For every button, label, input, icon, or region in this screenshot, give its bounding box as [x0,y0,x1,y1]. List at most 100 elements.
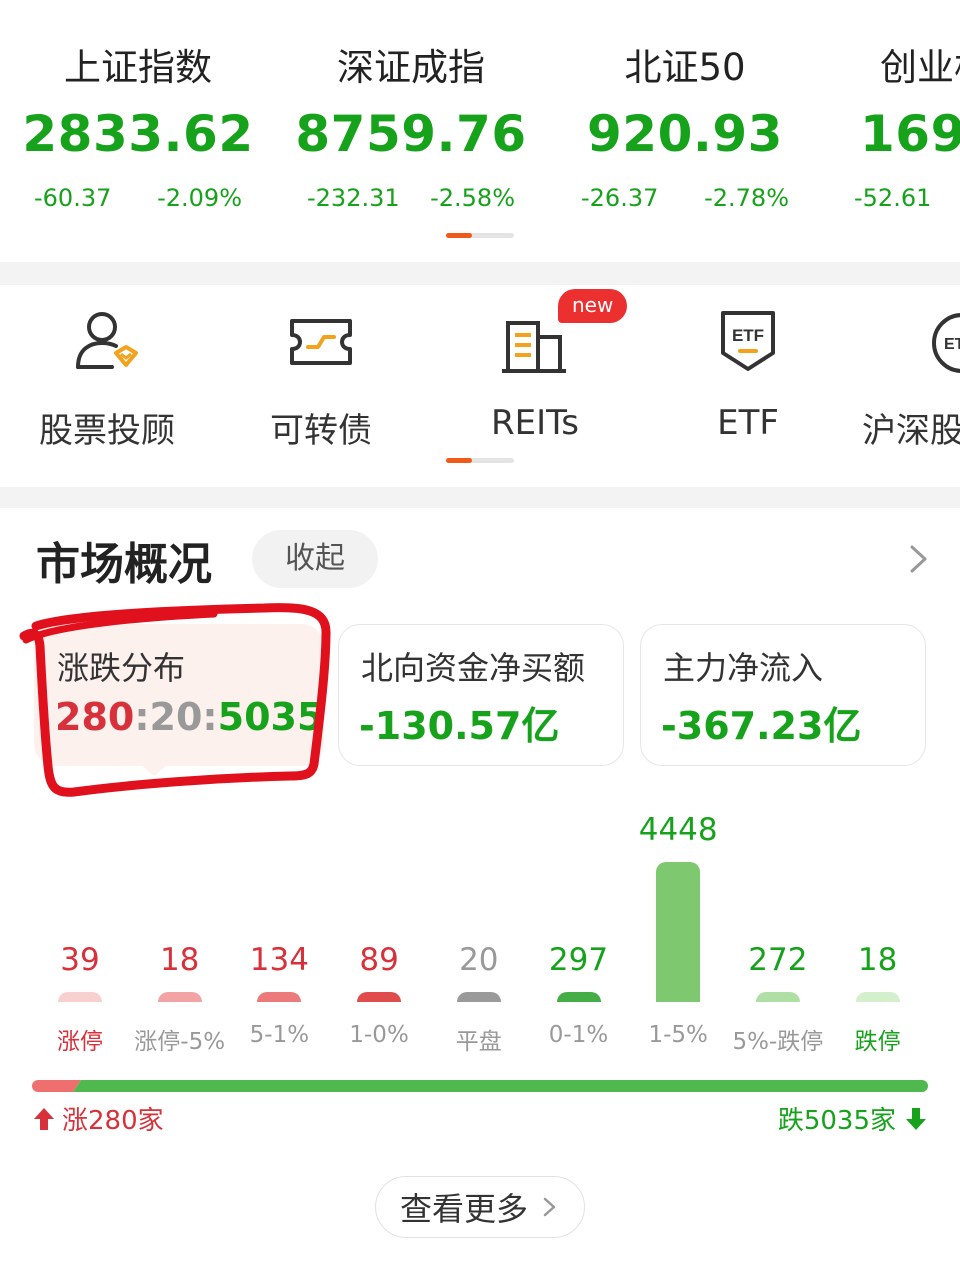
distribution-bar [855,992,900,1002]
main-flow-value: -367.23亿 [661,704,862,748]
distribution-count: 4448 [638,812,718,848]
index-name: 深证成指 [337,46,485,89]
ratio-flat: 20 [149,695,203,739]
shortcut-scroll-indicator [446,458,514,463]
index-name: 北证50 [624,46,746,89]
distribution-bar [456,992,501,1002]
ratio-bar-down [73,1080,928,1092]
distribution-bar [257,992,302,1002]
market-overview: 市场概况 收起 涨跌分布 280:20:5035 北向资金净买额 -130.57… [0,508,960,1266]
view-more-button[interactable]: 查看更多 [375,1176,585,1238]
distribution-card[interactable]: 涨跌分布 280:20:5035 [34,624,324,766]
distribution-count: 297 [548,942,609,978]
index-percent: -2.58% [430,184,515,212]
card-label: 涨跌分布 [57,649,186,687]
shortcut-reits[interactable]: new REITs [435,289,635,443]
distribution-column: 39 涨停 [30,798,130,1058]
distribution-bar [157,992,202,1002]
section-divider [0,262,960,285]
distribution-count: 134 [249,942,309,978]
distribution-column: 89 1-0% [329,798,429,1058]
index-card-bse50[interactable]: 北证50 920.93 -26.37 -2.78% [565,40,805,212]
view-more-label: 查看更多 [399,1190,528,1228]
shortcut-label: ETF [717,403,779,443]
shortcut-label: 沪深股通 [862,411,960,451]
northbound-value: -130.57亿 [359,704,560,748]
index-card-chinext[interactable]: 创业板指 1699 -52.61 [840,40,960,212]
distribution-count: 272 [748,942,808,978]
distribution-label: 跌停 [854,1029,901,1055]
shortcut-row[interactable]: 股票投顾 可转债 new REITs ETF ETF ET 沪深股 [0,285,960,487]
index-value: 8759.76 [295,105,527,163]
svg-text:ETF: ETF [732,326,764,345]
scroll-thumb [446,458,472,463]
market-title: 市场概况 [36,539,212,590]
down-total: 跌5035家 [778,1100,928,1137]
connect-etf-icon: ET [926,307,960,377]
up-down-ratio-bar [32,1080,928,1092]
ratio-separator: : [134,695,150,739]
shortcut-label: 股票投顾 [39,411,175,451]
index-percent: -2.78% [704,184,789,212]
distribution-column: 134 5-1% [229,798,329,1058]
distribution-column: 4448 1-5% [628,798,728,1058]
scroll-thumb [446,233,472,238]
index-change: -52.61 [854,184,932,212]
arrow-down-icon [906,1107,926,1130]
distribution-bar [755,992,800,1002]
ratio-down: 5035 [217,695,324,739]
ratio-separator: : [202,695,218,739]
index-strip[interactable]: 上证指数 2833.62 -60.37 -2.09% 深证成指 8759.76 … [0,0,960,262]
svg-text:ET: ET [944,336,960,353]
index-name: 创业板指 [880,46,960,89]
distribution-bar [656,862,701,1002]
main-flow-card[interactable]: 主力净流入 -367.23亿 [640,624,926,766]
distribution-count: 18 [159,942,200,978]
convertible-bond-icon [286,307,356,377]
arrow-up-icon [34,1107,54,1130]
shortcut-label: 可转债 [270,411,372,451]
distribution-count: 39 [60,942,100,978]
distribution-chart: 39 涨停 18 涨停-5% 134 5-1% 89 1-0% 20 平盘 297 0-1% 4448 1… [30,798,930,1058]
down-total-label: 跌5035家 [777,1106,896,1136]
index-value: 2833.62 [22,105,254,163]
index-changes: -232.31 -2.58% [291,184,531,212]
index-change: -26.37 [581,184,659,212]
advisor-icon [72,307,142,377]
distribution-bar [556,992,601,1002]
shortcut-convertible-bond[interactable]: 可转债 [221,307,421,452]
shortcut-connect[interactable]: ET 沪深股通 [860,307,960,452]
distribution-column: 272 5%-跌停 [728,798,828,1058]
up-total: 涨280家 [32,1100,164,1137]
up-flat-down-ratio: 280:20:5035 [55,695,323,739]
index-change: -60.37 [34,184,112,212]
shortcut-label: REITs [491,403,579,443]
index-card-sse[interactable]: 上证指数 2833.62 -60.37 -2.09% [18,40,258,212]
distribution-count: 89 [359,942,399,978]
index-percent: -2.09% [157,184,242,212]
chevron-right-icon[interactable] [908,544,930,574]
reits-building-icon: new [500,289,628,377]
northbound-card[interactable]: 北向资金净买额 -130.57亿 [338,624,624,766]
etf-shield-icon: ETF [713,307,783,377]
index-value: 1699 [860,105,960,163]
distribution-column: 18 跌停 [828,798,928,1058]
card-pointer [140,764,168,776]
up-total-label: 涨280家 [62,1106,164,1136]
distribution-column: 18 涨停-5% [130,798,230,1058]
index-card-szse[interactable]: 深证成指 8759.76 -232.31 -2.58% [291,40,531,212]
index-changes: -26.37 -2.78% [565,184,805,212]
index-value: 920.93 [587,105,783,163]
shortcut-stock-advisor[interactable]: 股票投顾 [7,307,207,452]
ratio-bar-up [32,1080,81,1092]
card-label: 北向资金净买额 [361,649,586,687]
index-change: -232.31 [307,184,400,212]
chevron-right-icon [543,1197,556,1217]
distribution-count: 18 [857,942,898,978]
shortcut-etf[interactable]: ETF ETF [648,307,848,443]
distribution-bar [58,992,102,1002]
new-badge: new [558,289,628,323]
distribution-column: 297 0-1% [529,798,629,1058]
collapse-button[interactable]: 收起 [252,530,378,588]
ratio-up: 280 [55,695,135,739]
